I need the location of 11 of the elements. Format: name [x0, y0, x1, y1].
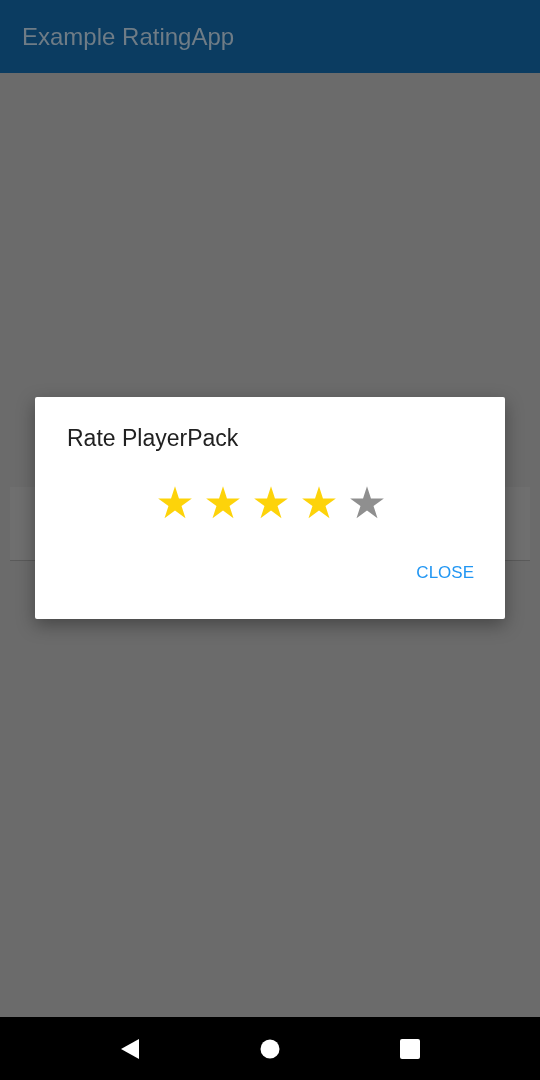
dialog-title: Rate PlayerPack: [67, 425, 240, 452]
star-icon[interactable]: [253, 486, 288, 519]
back-icon[interactable]: [120, 1037, 140, 1060]
star-icon[interactable]: [301, 486, 336, 519]
app-title: Example RatingApp: [22, 22, 235, 51]
star-icon[interactable]: [205, 486, 240, 519]
star-icon[interactable]: [157, 486, 192, 519]
recents-icon[interactable]: [400, 1038, 420, 1059]
close-button[interactable]: CLOSE: [416, 559, 474, 587]
star-icon[interactable]: [349, 486, 384, 519]
home-icon[interactable]: [260, 1038, 280, 1059]
